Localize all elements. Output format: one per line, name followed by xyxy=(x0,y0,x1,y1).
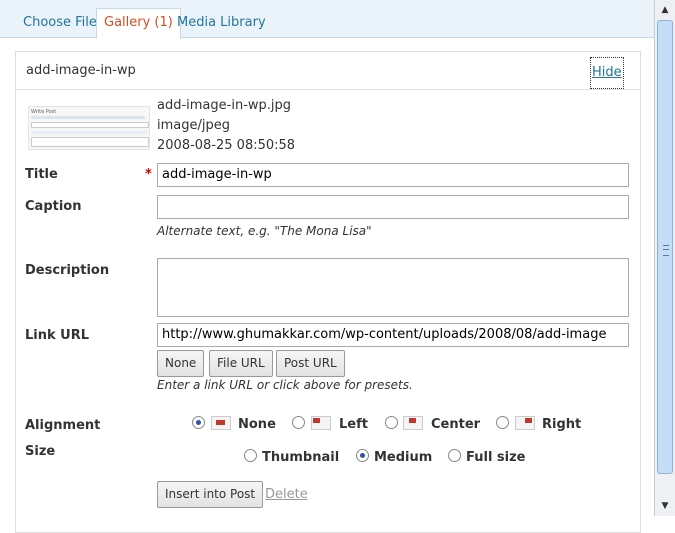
align-right-icon xyxy=(515,416,535,430)
media-item-title: add-image-in-wp xyxy=(26,63,136,78)
align-none-radio[interactable] xyxy=(192,416,205,429)
alignment-label: Alignment xyxy=(25,418,101,433)
size-medium-label[interactable]: Medium xyxy=(374,450,432,465)
link-none-button[interactable]: None xyxy=(157,350,205,377)
tab-media-library[interactable]: Media Library xyxy=(170,9,273,37)
required-marker: * xyxy=(145,167,152,182)
size-full-radio[interactable] xyxy=(448,449,461,462)
caption-input[interactable] xyxy=(157,195,629,219)
scrollbar-grip-icon xyxy=(663,245,669,256)
align-none-icon xyxy=(211,416,231,430)
description-textarea[interactable] xyxy=(157,258,629,317)
link-url-label: Link URL xyxy=(25,328,90,343)
align-center-icon xyxy=(403,416,423,430)
align-left-label[interactable]: Left xyxy=(339,417,368,432)
caption-label: Caption xyxy=(25,199,82,214)
link-file-url-button[interactable]: File URL xyxy=(209,350,273,377)
size-thumbnail-label[interactable]: Thumbnail xyxy=(262,450,339,465)
link-help-text: Enter a link URL or click above for pres… xyxy=(157,378,413,392)
link-post-url-button[interactable]: Post URL xyxy=(276,350,345,377)
align-left-icon xyxy=(311,416,331,430)
scrollbar-thumb[interactable] xyxy=(657,20,673,474)
link-url-input[interactable]: http://www.ghumakkar.com/wp-content/uplo… xyxy=(157,323,629,347)
title-input[interactable]: add-image-in-wp xyxy=(157,163,629,187)
align-left-radio[interactable] xyxy=(292,416,305,429)
tab-choose-file[interactable]: Choose File xyxy=(16,9,104,37)
description-label: Description xyxy=(25,263,110,278)
tab-bar: Choose File Gallery (1) Media Library xyxy=(0,0,654,39)
scroll-up-arrow-icon[interactable]: ▲ xyxy=(657,2,673,18)
size-thumbnail-radio[interactable] xyxy=(244,449,257,462)
file-upload-date: 2008-08-25 08:50:58 xyxy=(157,138,296,153)
size-medium-radio[interactable] xyxy=(356,449,369,462)
align-right-label[interactable]: Right xyxy=(542,417,581,432)
insert-into-post-button[interactable]: Insert into Post xyxy=(157,481,264,508)
hide-link[interactable]: Hide xyxy=(590,57,624,89)
size-full-label[interactable]: Full size xyxy=(466,450,526,465)
align-center-label[interactable]: Center xyxy=(431,417,480,432)
caption-help-text: Alternate text, e.g. "The Mona Lisa" xyxy=(157,224,372,238)
media-item-header: add-image-in-wp Hide xyxy=(16,52,640,90)
tab-gallery[interactable]: Gallery (1) xyxy=(96,8,181,39)
size-label: Size xyxy=(25,444,56,459)
align-none-label[interactable]: None xyxy=(238,417,276,432)
file-mime-type: image/jpeg xyxy=(157,118,230,133)
thumbnail-caption: Write Post xyxy=(31,109,57,115)
title-label: Title xyxy=(25,167,58,182)
image-thumbnail: Write Post xyxy=(28,106,150,150)
delete-link[interactable]: Delete xyxy=(265,487,308,502)
file-name: add-image-in-wp.jpg xyxy=(157,98,292,113)
align-center-radio[interactable] xyxy=(385,416,398,429)
vertical-scrollbar[interactable]: ▲ ▼ xyxy=(654,0,675,516)
align-right-radio[interactable] xyxy=(496,416,509,429)
scroll-down-arrow-icon[interactable]: ▼ xyxy=(657,498,673,514)
